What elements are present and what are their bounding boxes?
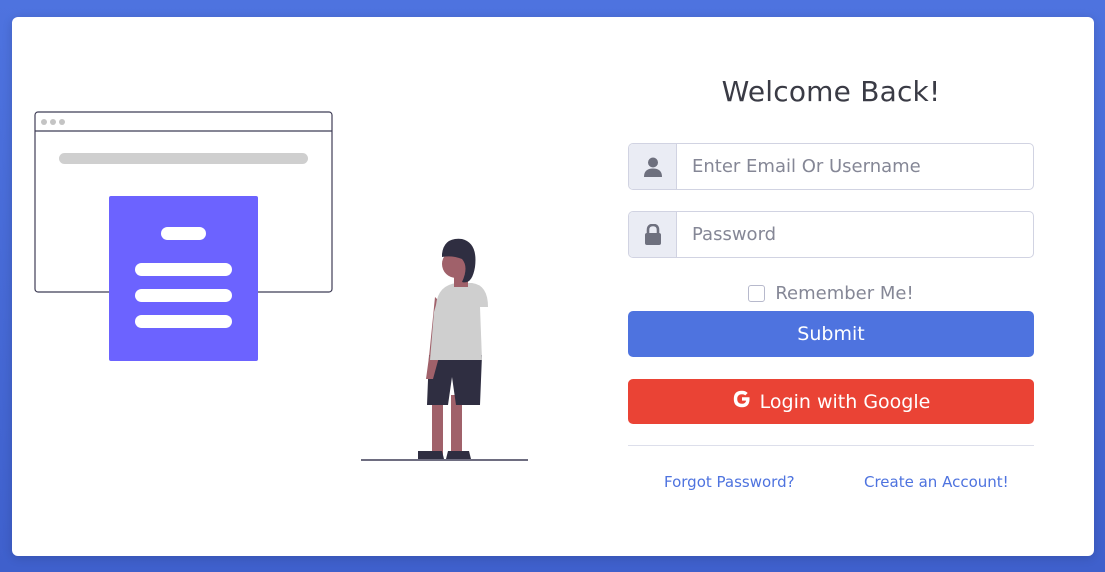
password-input[interactable]: [677, 212, 1033, 257]
login-illustration: [34, 111, 528, 461]
create-account-link[interactable]: Create an Account!: [864, 473, 1009, 491]
user-icon: [629, 144, 677, 189]
divider: [628, 445, 1034, 446]
submit-button[interactable]: Submit: [628, 311, 1034, 357]
remember-me: Remember Me!: [628, 283, 1034, 304]
login-form: Welcome Back! Remember Me!: [628, 17, 1034, 556]
google-login-label: Login with Google: [759, 390, 931, 413]
login-card: Welcome Back! Remember Me!: [12, 17, 1094, 556]
document-graphic: [109, 196, 258, 361]
google-login-button[interactable]: Login with Google: [628, 379, 1034, 424]
submit-button-label: Submit: [797, 323, 865, 345]
google-icon: [732, 389, 752, 414]
remember-me-checkbox[interactable]: [748, 285, 766, 302]
remember-me-label[interactable]: Remember Me!: [775, 283, 913, 304]
password-input-group: [628, 211, 1034, 258]
email-input-group: [628, 143, 1034, 190]
person-graphic: [361, 238, 528, 461]
lock-icon: [629, 212, 677, 257]
email-input[interactable]: [677, 144, 1033, 189]
page-title: Welcome Back!: [721, 75, 941, 108]
forgot-password-link[interactable]: Forgot Password?: [664, 473, 795, 491]
